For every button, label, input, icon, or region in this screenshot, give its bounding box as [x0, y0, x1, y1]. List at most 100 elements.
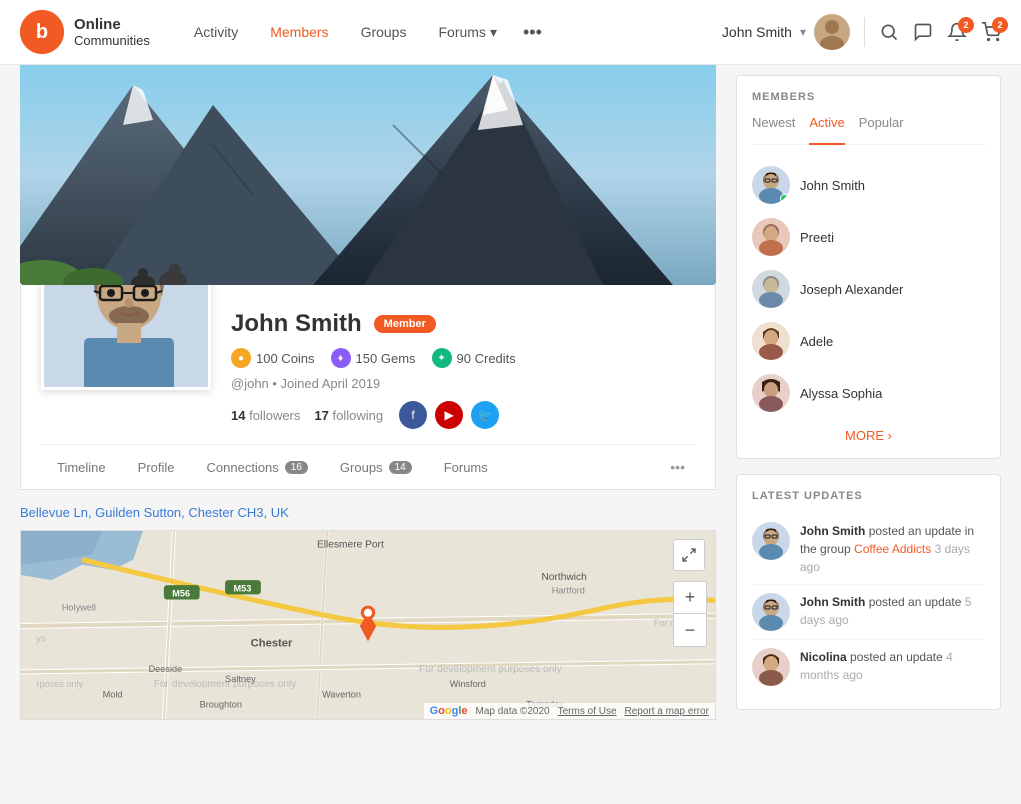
header-right: John Smith ▾ 2 2 [722, 14, 1001, 50]
tab-connections[interactable]: Connections 16 [191, 446, 324, 489]
nav-groups[interactable]: Groups [347, 16, 421, 48]
svg-text:Broughton: Broughton [200, 700, 242, 710]
online-indicator [780, 194, 789, 203]
tab-profile[interactable]: Profile [122, 446, 191, 489]
member-item-john[interactable]: John Smith [752, 159, 985, 211]
member-item-alyssa[interactable]: Alyssa Sophia [752, 367, 985, 419]
member-avatar-joseph [752, 270, 790, 308]
profile-name-row: John Smith Member [231, 310, 695, 338]
main-container: John Smith Member ● 100 Coins ♦ 150 Gems [0, 65, 1021, 750]
nav-forums[interactable]: Forums ▾ [424, 16, 510, 49]
members-card: MEMBERS Newest Active Popular [736, 75, 1001, 459]
update-avatar-nicolina [752, 648, 790, 686]
coins-icon: ● [231, 348, 251, 368]
members-tab-newest[interactable]: Newest [752, 115, 795, 136]
message-icon[interactable] [913, 22, 933, 42]
search-icon[interactable] [879, 22, 899, 42]
tab-groups[interactable]: Groups 14 [324, 446, 428, 489]
svg-text:For d: For d [654, 618, 675, 628]
member-item-preeti[interactable]: Preeti [752, 211, 985, 263]
profile-top: John Smith Member ● 100 Coins ♦ 150 Gems [41, 300, 695, 444]
member-name-preeti: Preeti [800, 230, 834, 245]
location-section: Bellevue Ln, Guilden Sutton, Chester CH3… [20, 490, 716, 730]
notifications-icon[interactable]: 2 [947, 22, 967, 42]
coins-stat: ● 100 Coins [231, 348, 315, 368]
svg-text:Saltney: Saltney [225, 674, 256, 684]
gems-value: 150 Gems [356, 351, 416, 366]
more-members-link[interactable]: MORE › [752, 427, 985, 443]
user-name-label: John Smith [722, 24, 792, 40]
facebook-icon[interactable]: f [399, 401, 427, 429]
stats-row: ● 100 Coins ♦ 150 Gems ✦ 90 Credits [231, 348, 695, 368]
right-column: MEMBERS Newest Active Popular [736, 65, 1001, 730]
member-avatar-alyssa [752, 374, 790, 412]
profile-info: John Smith Member ● 100 Coins ♦ 150 Gems [231, 300, 695, 429]
svg-text:M56: M56 [172, 588, 190, 598]
logo[interactable]: b Online Communities [20, 10, 150, 54]
update-avatar-john-2 [752, 593, 790, 631]
member-item-joseph[interactable]: Joseph Alexander [752, 263, 985, 315]
coins-value: 100 Coins [256, 351, 315, 366]
header-divider [864, 17, 865, 47]
user-menu[interactable]: John Smith ▾ [722, 14, 850, 50]
main-nav: Activity Members Groups Forums ▾ ••• [180, 14, 722, 51]
tab-timeline[interactable]: Timeline [41, 446, 122, 489]
followers-stat: 14 followers [231, 408, 300, 423]
map-footer: Google Map data ©2020 Terms of Use Repor… [424, 703, 715, 719]
twitter-icon[interactable]: 🐦 [471, 401, 499, 429]
nav-more-icon[interactable]: ••• [515, 14, 550, 51]
cart-badge: 2 [992, 17, 1008, 33]
svg-text:Mold: Mold [103, 689, 123, 699]
update-text-3: Nicolina posted an update 4 months ago [800, 648, 985, 686]
profile-tabs: Timeline Profile Connections 16 Groups 1… [41, 444, 695, 489]
svg-text:b: b [36, 21, 48, 43]
members-tab-popular[interactable]: Popular [859, 115, 904, 136]
profile-name: John Smith [231, 310, 362, 338]
youtube-icon[interactable]: ▶ [435, 401, 463, 429]
member-item-adele[interactable]: Adele [752, 315, 985, 367]
svg-text:Chester: Chester [251, 637, 293, 649]
zoom-in-button[interactable]: + [674, 582, 706, 614]
members-tab-active[interactable]: Active [809, 115, 844, 145]
credits-icon: ✦ [432, 348, 452, 368]
cover-area: John Smith Member ● 100 Coins ♦ 150 Gems [20, 65, 716, 490]
left-column: John Smith Member ● 100 Coins ♦ 150 Gems [20, 65, 716, 730]
logo-text: Online Communities [74, 16, 150, 48]
map-data-text: Map data ©2020 [476, 706, 550, 717]
update-item-3: Nicolina posted an update 4 months ago [752, 640, 985, 694]
member-avatar-adele [752, 322, 790, 360]
map-expand-button[interactable] [673, 539, 705, 571]
cart-icon[interactable]: 2 [981, 22, 1001, 42]
social-followers: 14 followers 17 following f ▶ [231, 401, 695, 429]
member-name-adele: Adele [800, 334, 833, 349]
map-controls: + − [673, 539, 707, 647]
logo-icon: b [20, 10, 64, 54]
credits-stat: ✦ 90 Credits [432, 348, 516, 368]
join-info: @john • Joined April 2019 [231, 376, 695, 391]
credits-value: 90 Credits [457, 351, 516, 366]
tab-forums[interactable]: Forums [428, 446, 504, 489]
update-text-1: John Smith posted an update in the group… [800, 522, 985, 576]
zoom-out-button[interactable]: − [674, 614, 706, 646]
chevron-down-icon: ▾ [490, 24, 497, 41]
members-tabs: Newest Active Popular [752, 115, 985, 145]
terms-link[interactable]: Terms of Use [558, 706, 617, 717]
tabs-more-icon[interactable]: ••• [660, 445, 695, 489]
profile-section: John Smith Member ● 100 Coins ♦ 150 Gems [20, 285, 716, 490]
svg-text:Hartford: Hartford [552, 585, 585, 595]
user-avatar [814, 14, 850, 50]
svg-text:Deeside: Deeside [149, 664, 183, 674]
nav-members[interactable]: Members [256, 16, 342, 48]
report-error-link[interactable]: Report a map error [625, 706, 709, 717]
location-text: Bellevue Ln, Guilden Sutton, Chester CH3… [20, 505, 716, 520]
member-avatar-preeti [752, 218, 790, 256]
latest-updates-card: LATEST UPDATES John Smith poste [736, 474, 1001, 710]
member-name-joseph: Joseph Alexander [800, 282, 903, 297]
main-header: b Online Communities Activity Members Gr… [0, 0, 1021, 65]
update-item-2: John Smith posted an update 5 days ago [752, 585, 985, 640]
nav-activity[interactable]: Activity [180, 16, 252, 48]
followers-info: 14 followers 17 following [231, 408, 383, 423]
following-stat: 17 following [314, 408, 383, 423]
gems-icon: ♦ [331, 348, 351, 368]
social-icons: f ▶ 🐦 [399, 401, 499, 429]
